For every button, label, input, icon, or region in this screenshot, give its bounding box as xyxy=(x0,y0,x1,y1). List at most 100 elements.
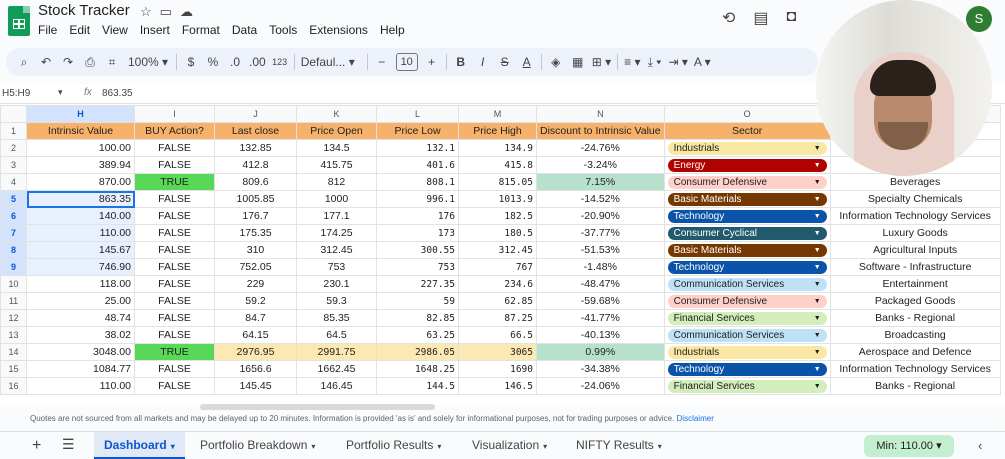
font-size-increase-button[interactable]: + xyxy=(424,55,440,69)
number-format-button[interactable]: 123 xyxy=(272,57,288,67)
buy-action-cell[interactable]: FALSE xyxy=(134,292,215,310)
dropdown-arrow-icon[interactable]: ▼ xyxy=(814,332,821,339)
buy-action-cell[interactable]: FALSE xyxy=(134,241,215,259)
header-cell[interactable]: Sector xyxy=(663,122,831,140)
column-header[interactable]: J xyxy=(214,105,297,123)
header-cell[interactable]: Price Open xyxy=(296,122,377,140)
price-open-cell[interactable]: 59.3 xyxy=(296,292,377,310)
industry-cell[interactable]: Aerospace and Defence xyxy=(829,343,1001,361)
chevron-down-icon[interactable]: ▾ xyxy=(171,442,175,451)
price-low-cell[interactable]: 1648.25 xyxy=(376,360,459,378)
column-header[interactable]: K xyxy=(296,105,377,123)
price-low-cell[interactable]: 59 xyxy=(376,292,459,310)
sector-cell[interactable]: Basic Materials ▼ xyxy=(663,241,831,259)
dropdown-arrow-icon[interactable]: ▼ xyxy=(814,213,821,220)
price-open-cell[interactable]: 134.5 xyxy=(296,139,377,157)
sheets-logo-icon[interactable] xyxy=(8,6,30,36)
price-high-cell[interactable]: 180.5 xyxy=(458,224,537,242)
buy-action-cell[interactable]: FALSE xyxy=(134,224,215,242)
paint-format-icon[interactable]: ⌗ xyxy=(104,55,120,70)
redo-icon[interactable]: ↷ xyxy=(60,55,76,69)
price-low-cell[interactable]: 144.5 xyxy=(376,377,459,395)
price-low-cell[interactable]: 401.6 xyxy=(376,156,459,174)
buy-action-cell[interactable]: TRUE xyxy=(134,343,215,361)
intrinsic-value-cell[interactable]: 145.67 xyxy=(26,241,135,259)
industry-cell[interactable]: Beverages xyxy=(829,173,1001,191)
price-high-cell[interactable]: 66.5 xyxy=(458,326,537,344)
intrinsic-value-cell[interactable]: 863.35 xyxy=(26,190,135,208)
menu-tools[interactable]: Tools xyxy=(269,23,297,37)
discount-cell[interactable]: -24.06% xyxy=(536,377,665,395)
last-close-cell[interactable]: 176.7 xyxy=(214,207,297,225)
sector-chip[interactable]: Communication Services ▼ xyxy=(667,328,827,342)
dropdown-arrow-icon[interactable]: ▼ xyxy=(814,315,821,322)
intrinsic-value-cell[interactable]: 389.94 xyxy=(26,156,135,174)
undo-icon[interactable]: ↶ xyxy=(38,55,54,69)
sector-cell[interactable]: Consumer Defensive ▼ xyxy=(663,173,831,191)
industry-cell[interactable]: Agricultural Inputs xyxy=(829,241,1001,259)
dropdown-arrow-icon[interactable]: ▼ xyxy=(814,383,821,390)
row-number[interactable]: 11 xyxy=(0,292,27,310)
chevron-down-icon[interactable]: ▾ xyxy=(311,442,315,451)
sector-cell[interactable]: Consumer Defensive ▼ xyxy=(663,292,831,310)
column-header[interactable]: I xyxy=(134,105,215,123)
zoom-select[interactable]: 100% ▾ xyxy=(126,55,170,69)
industry-cell[interactable]: Banks - Regional xyxy=(829,377,1001,395)
add-sheet-icon[interactable]: + xyxy=(32,437,41,455)
price-high-cell[interactable]: 182.5 xyxy=(458,207,537,225)
buy-action-cell[interactable]: FALSE xyxy=(134,377,215,395)
chevron-down-icon[interactable]: ▾ xyxy=(658,442,662,451)
buy-action-cell[interactable]: TRUE xyxy=(134,173,215,191)
last-close-cell[interactable]: 310 xyxy=(214,241,297,259)
document-title[interactable]: Stock Tracker xyxy=(38,2,130,19)
discount-cell[interactable]: -34.38% xyxy=(536,360,665,378)
row-number[interactable]: 3 xyxy=(0,156,27,174)
sector-chip[interactable]: Industrials ▼ xyxy=(667,345,827,359)
sector-chip[interactable]: Consumer Defensive ▼ xyxy=(667,294,827,308)
last-close-cell[interactable]: 132.85 xyxy=(214,139,297,157)
percent-format-button[interactable]: % xyxy=(205,55,221,69)
last-close-cell[interactable]: 752.05 xyxy=(214,258,297,276)
industry-cell[interactable]: Entertainment xyxy=(829,275,1001,293)
discount-cell[interactable]: -48.47% xyxy=(536,275,665,293)
text-wrapping-icon[interactable]: ⇥ ▾ xyxy=(668,55,687,69)
price-open-cell[interactable]: 753 xyxy=(296,258,377,276)
discount-cell[interactable]: 0.99% xyxy=(536,343,665,361)
intrinsic-value-cell[interactable]: 110.00 xyxy=(26,224,135,242)
discount-cell[interactable]: 7.15% xyxy=(536,173,665,191)
price-high-cell[interactable]: 815.05 xyxy=(458,173,537,191)
selection-stat[interactable]: Min: 110.00 ▾ xyxy=(864,435,954,457)
price-open-cell[interactable]: 312.45 xyxy=(296,241,377,259)
intrinsic-value-cell[interactable]: 100.00 xyxy=(26,139,135,157)
move-folder-icon[interactable]: ▭ xyxy=(160,4,172,20)
dropdown-arrow-icon[interactable]: ▼ xyxy=(814,179,821,186)
intrinsic-value-cell[interactable]: 25.00 xyxy=(26,292,135,310)
sector-cell[interactable]: Communication Services ▼ xyxy=(663,275,831,293)
currency-format-button[interactable]: $ xyxy=(183,55,199,69)
discount-cell[interactable]: -40.13% xyxy=(536,326,665,344)
industry-cell[interactable]: Luxury Goods xyxy=(829,224,1001,242)
sector-cell[interactable]: Basic Materials ▼ xyxy=(663,190,831,208)
price-high-cell[interactable]: 234.6 xyxy=(458,275,537,293)
menu-file[interactable]: File xyxy=(38,23,57,37)
last-close-cell[interactable]: 1656.6 xyxy=(214,360,297,378)
disclaimer-link[interactable]: Disclaimer xyxy=(677,414,714,423)
header-cell[interactable]: BUY Action? xyxy=(134,122,215,140)
comments-icon[interactable]: ▤ xyxy=(753,8,768,28)
row-number[interactable]: 13 xyxy=(0,326,27,344)
fill-color-icon[interactable]: ◈ xyxy=(548,55,564,69)
row-number[interactable]: 12 xyxy=(0,309,27,327)
last-close-cell[interactable]: 84.7 xyxy=(214,309,297,327)
price-high-cell[interactable]: 767 xyxy=(458,258,537,276)
intrinsic-value-cell[interactable]: 3048.00 xyxy=(26,343,135,361)
sector-cell[interactable]: Consumer Cyclical ▼ xyxy=(663,224,831,242)
sector-chip[interactable]: Consumer Cyclical ▼ xyxy=(667,226,827,240)
strikethrough-icon[interactable]: S xyxy=(497,55,513,69)
menu-insert[interactable]: Insert xyxy=(140,23,170,37)
price-open-cell[interactable]: 64.5 xyxy=(296,326,377,344)
sector-cell[interactable]: Technology ▼ xyxy=(663,360,831,378)
sector-chip[interactable]: Technology ▼ xyxy=(667,260,827,274)
price-high-cell[interactable]: 87.25 xyxy=(458,309,537,327)
last-close-cell[interactable]: 64.15 xyxy=(214,326,297,344)
price-open-cell[interactable]: 1662.45 xyxy=(296,360,377,378)
